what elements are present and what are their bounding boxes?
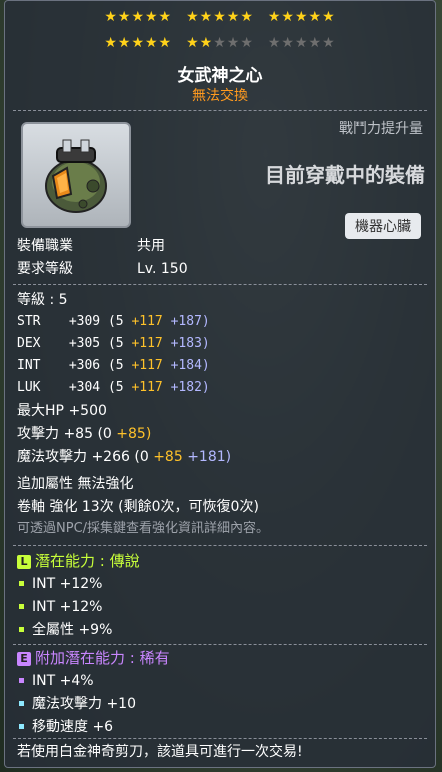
- divider: [13, 545, 427, 546]
- star-group: ★★★★★: [104, 35, 173, 51]
- star-group: ★★★★★: [267, 9, 336, 25]
- stat-line-hp: 最大HP +500: [17, 403, 107, 419]
- bonus-potential-title: 附加潛在能力 : 稀有: [35, 649, 170, 667]
- additional-attribute: 追加屬性 無法強化: [17, 476, 134, 492]
- scissors-trade-notice: 若使用白金神奇剪刀，該道具可進行一次交易!: [17, 744, 303, 760]
- divider: [13, 738, 427, 739]
- star-force-row-2: ★★★★★ ★★★★★ ★★★★★: [5, 34, 435, 52]
- potential-header: L 潛在能力 : 傳說: [17, 552, 140, 570]
- level-requirement: 要求等級 Lv. 150: [17, 260, 188, 278]
- item-name: 女武神之心: [177, 66, 263, 86]
- combat-power-label: 戰鬥力提升量: [339, 121, 423, 137]
- item-level: 等級 : 5: [17, 292, 68, 308]
- item-icon-frame: [21, 122, 131, 228]
- stat-line-dex: DEX +305 (5 +117 +183): [17, 336, 210, 351]
- job-label: 裝備職業: [17, 238, 73, 254]
- bonus-potential-line: 移動速度 +6: [17, 718, 113, 736]
- stat-line-int: INT +306 (5 +117 +184): [17, 358, 210, 373]
- level-label: 要求等級: [17, 261, 73, 277]
- legendary-grade-icon: L: [17, 554, 31, 569]
- star-group-mixed: ★★★★★: [186, 35, 254, 51]
- potential-line: INT +12%: [17, 575, 102, 593]
- star-group: ★★★★★: [186, 9, 254, 25]
- enhancement-hint: 可透過NPC/採集鍵查看強化資訊詳細內容。: [17, 521, 270, 536]
- bonus-potential-line: 魔法攻擊力 +10: [17, 695, 136, 713]
- divider: [13, 284, 427, 285]
- item-category-badge: 機器心臟: [345, 213, 421, 239]
- stat-line-str: STR +309 (5 +117 +187): [17, 314, 210, 329]
- divider: [13, 110, 427, 111]
- divider: [13, 644, 427, 645]
- trade-status: 無法交換: [192, 88, 248, 104]
- bonus-potential-line: INT +4%: [17, 672, 94, 690]
- stat-line-attack: 攻擊力 +85 (0 +85): [17, 426, 152, 442]
- item-tooltip: ★★★★★ ★★★★★ ★★★★★ ★★★★★ ★★★★★ ★★★★★ 女武神之…: [4, 0, 436, 768]
- stat-line-luk: LUK +304 (5 +117 +182): [17, 380, 210, 395]
- potential-title: 潛在能力 : 傳說: [35, 552, 140, 570]
- scroll-upgrade-info: 卷軸 強化 13次 (剩餘0次，可恢復0次): [17, 499, 259, 515]
- level-value: Lv. 150: [137, 261, 188, 277]
- rare-grade-icon: E: [17, 651, 31, 666]
- star-force-row-1: ★★★★★ ★★★★★ ★★★★★: [5, 8, 435, 26]
- star-group-empty: ★★★★★: [267, 35, 336, 51]
- equipped-status: 目前穿戴中的裝備: [265, 163, 425, 187]
- stat-line-magic-attack: 魔法攻擊力 +266 (0 +85 +181): [17, 449, 232, 465]
- bonus-potential-header: E 附加潛在能力 : 稀有: [17, 649, 170, 667]
- star-group: ★★★★★: [104, 9, 173, 25]
- job-value: 共用: [137, 238, 165, 254]
- potential-line: 全屬性 +9%: [17, 621, 112, 639]
- potential-line: INT +12%: [17, 598, 102, 616]
- job-requirement: 裝備職業 共用: [17, 237, 165, 255]
- mechanical-heart-icon: [45, 139, 107, 213]
